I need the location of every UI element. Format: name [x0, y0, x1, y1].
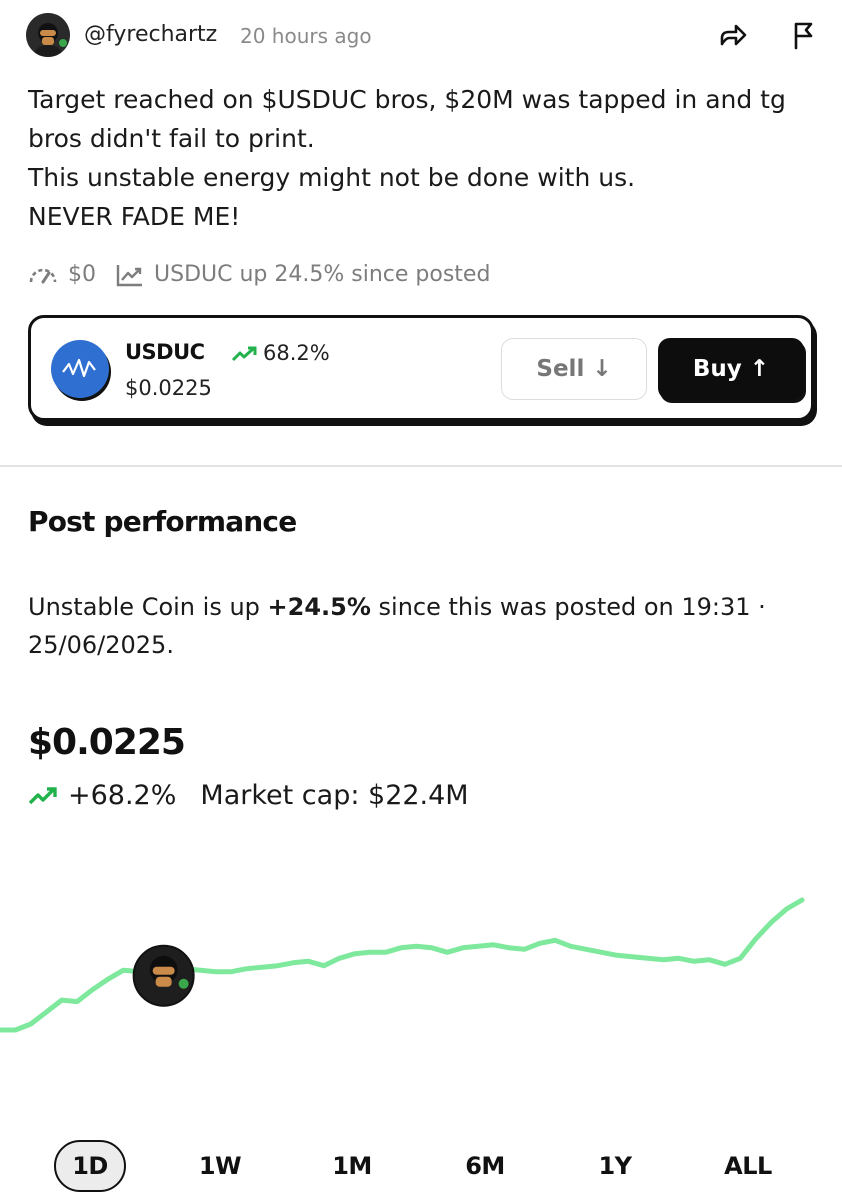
- user-avatar[interactable]: [26, 13, 70, 57]
- range-1d[interactable]: 1D: [54, 1140, 126, 1192]
- range-1y[interactable]: 1Y: [575, 1140, 655, 1192]
- divider: [0, 465, 842, 467]
- post-text-line: This unstable energy might not be done w…: [28, 163, 636, 192]
- post-marker-avatar[interactable]: [132, 944, 195, 1007]
- price-change: +68.2%: [68, 780, 177, 811]
- share-icon[interactable]: [716, 18, 750, 52]
- price-change-row: +68.2% Market cap: $22.4M: [28, 780, 469, 811]
- token-change-value: 68.2%: [263, 341, 330, 365]
- range-1m[interactable]: 1M: [312, 1140, 392, 1192]
- perf-text-gain: +24.5%: [267, 593, 371, 621]
- post-text-line: NEVER FADE ME!: [28, 202, 241, 231]
- performance-description: Unstable Coin is up +24.5% since this wa…: [28, 588, 818, 664]
- gauge-icon: [29, 268, 57, 283]
- sell-button[interactable]: Sell ↓: [501, 338, 647, 400]
- current-price: $0.0225: [28, 722, 186, 763]
- performance-summary: USDUC up 24.5% since posted: [154, 262, 491, 287]
- section-title: Post performance: [28, 505, 297, 538]
- chart-up-icon: [116, 264, 142, 286]
- range-all[interactable]: ALL: [705, 1140, 791, 1192]
- token-card[interactable]: USDUC 68.2% $0.0225 Sell ↓ Buy ↑: [28, 315, 814, 421]
- market-cap: Market cap: $22.4M: [200, 780, 469, 811]
- range-6m[interactable]: 6M: [445, 1140, 525, 1192]
- post-stats: $0 USDUC up 24.5% since posted: [28, 262, 496, 287]
- perf-text-prefix: Unstable Coin is up: [28, 593, 268, 621]
- token-change: 68.2%: [231, 341, 330, 365]
- time-range-selector: 1D 1W 1M 6M 1Y ALL: [0, 1140, 842, 1196]
- tips-amount: $0: [68, 262, 96, 287]
- post-text-line: Target reached on $USDUC bros, $20M was …: [28, 85, 786, 114]
- price-chart[interactable]: [0, 880, 842, 1060]
- buy-button[interactable]: Buy ↑: [658, 338, 804, 400]
- trend-up-icon: [231, 346, 257, 362]
- flag-icon[interactable]: [786, 18, 820, 52]
- post-timestamp: 20 hours ago: [240, 24, 372, 48]
- trend-up-icon: [28, 786, 57, 804]
- price-line: [0, 897, 805, 1033]
- author-handle[interactable]: @fyrechartz: [84, 22, 217, 47]
- token-symbol: USDUC: [125, 340, 205, 364]
- token-icon: [51, 340, 109, 398]
- token-price: $0.0225: [125, 376, 212, 400]
- range-1w[interactable]: 1W: [180, 1140, 260, 1192]
- post-text-line: bros didn't fail to print.: [28, 124, 315, 153]
- post-text: Target reached on $USDUC bros, $20M was …: [28, 80, 828, 236]
